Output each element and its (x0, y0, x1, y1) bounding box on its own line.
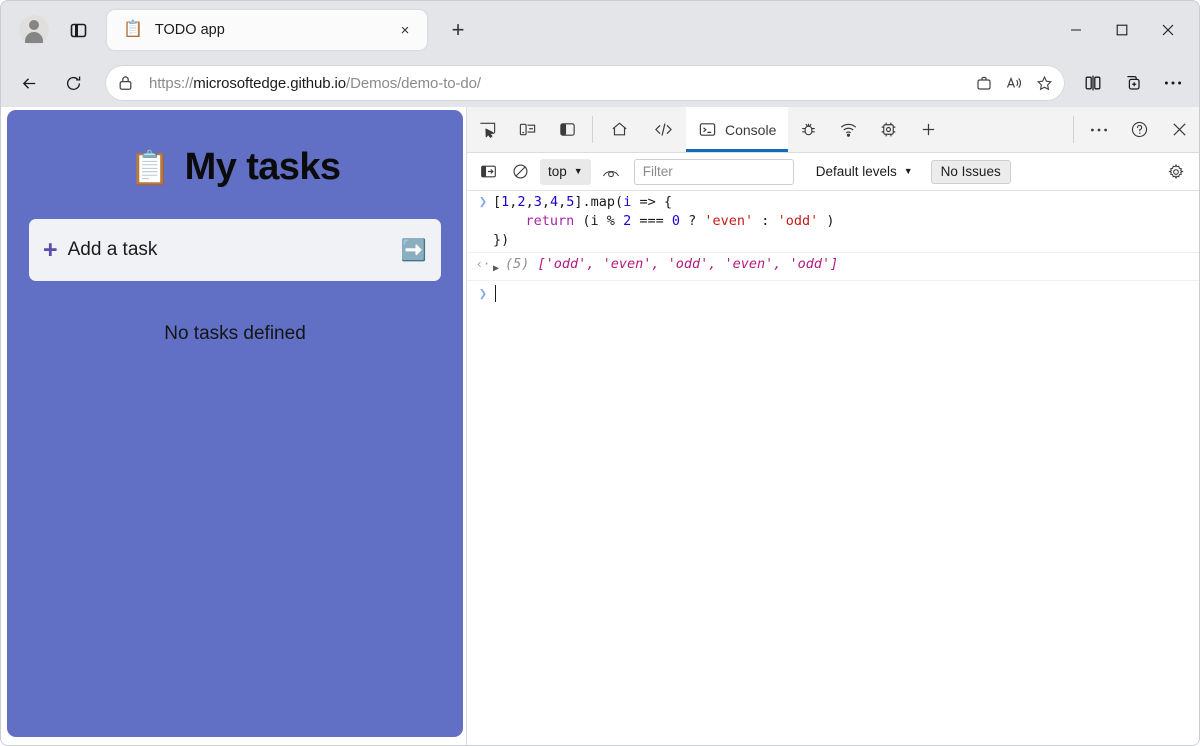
devtools-more-icon[interactable] (1079, 107, 1119, 152)
clear-console-icon[interactable] (505, 159, 535, 185)
console-result-value: (5) ['odd', 'even', 'odd', 'even', 'odd'… (505, 255, 838, 274)
devtools-close-icon[interactable] (1159, 107, 1199, 152)
issues-bug-icon[interactable] (788, 107, 828, 152)
close-window-icon[interactable] (1145, 1, 1191, 59)
console-prompt-arrow-icon: ❯ (473, 286, 493, 302)
devtools-tab-welcome[interactable] (598, 107, 641, 152)
new-tab-button[interactable]: + (441, 13, 475, 47)
console-prompt-row[interactable]: ❯ (467, 281, 1199, 306)
browser-window: 📋 TODO app × + (0, 0, 1200, 746)
browser-essentials-icon[interactable] (63, 15, 93, 45)
dock-side-icon[interactable] (547, 107, 587, 152)
address-bar[interactable]: https://microsoftedge.github.io/Demos/de… (105, 65, 1065, 101)
live-expression-eye-icon[interactable] (596, 159, 626, 185)
browser-tab[interactable]: 📋 TODO app × (107, 10, 427, 50)
devtools-tabbar: Console (467, 107, 1199, 153)
log-levels-value: Default levels (816, 164, 897, 179)
url-prefix: https:// (149, 75, 193, 92)
console-output[interactable]: ❯ [1,2,3,4,5].map(i => { return (i % 2 =… (467, 191, 1199, 745)
tabbar-divider-right (1073, 116, 1074, 143)
network-wifi-icon[interactable] (828, 107, 868, 152)
tab-favicon-icon: 📋 (123, 22, 143, 38)
profile-avatar[interactable] (19, 15, 49, 45)
devtools-tab-console-label: Console (725, 122, 776, 138)
empty-state-message: No tasks defined (164, 323, 306, 345)
tab-close-icon[interactable]: × (393, 18, 417, 42)
chevron-down-icon: ▼ (574, 167, 583, 176)
web-page-viewport: 📋 My tasks + Add a task ➡️ No tasks defi… (1, 107, 466, 745)
console-filter-input[interactable]: Filter (634, 159, 794, 185)
execution-context-select[interactable]: top ▼ (540, 159, 591, 185)
add-task-row[interactable]: + Add a task ➡️ (29, 219, 441, 281)
devtools-panel: Console (466, 107, 1199, 745)
plus-icon: + (43, 238, 58, 263)
app-header: 📋 My tasks (130, 146, 341, 189)
address-bar-row: https://microsoftedge.github.io/Demos/de… (1, 59, 1199, 107)
issues-status-badge[interactable]: No Issues (931, 160, 1011, 184)
console-input-code: [1,2,3,4,5].map(i => { return (i % 2 ===… (493, 193, 834, 250)
devtools-help-icon[interactable] (1119, 107, 1159, 152)
read-aloud-icon[interactable] (999, 69, 1029, 97)
favorite-star-icon[interactable] (1029, 69, 1059, 97)
todo-app-card: 📋 My tasks + Add a task ➡️ No tasks defi… (7, 110, 463, 737)
refresh-icon[interactable] (55, 65, 91, 101)
console-output-entry[interactable]: ‹· ▶ (5) ['odd', 'even', 'odd', 'even', … (467, 253, 1199, 281)
console-input-entry[interactable]: ❯ [1,2,3,4,5].map(i => { return (i % 2 =… (467, 191, 1199, 253)
tabbar-spacer (948, 107, 1068, 152)
lock-icon[interactable] (109, 69, 141, 97)
text-cursor (495, 285, 496, 302)
application-chip-icon[interactable] (868, 107, 908, 152)
page-title: My tasks (185, 146, 341, 189)
back-icon[interactable] (11, 65, 47, 101)
window-controls (1053, 1, 1191, 59)
url-host: microsoftedge.github.io (193, 75, 346, 92)
execution-context-value: top (548, 164, 567, 179)
console-sidebar-toggle-icon[interactable] (473, 159, 503, 185)
minimize-icon[interactable] (1053, 1, 1099, 59)
devtools-tab-elements[interactable] (641, 107, 686, 152)
devtools-tab-console[interactable]: Console (686, 107, 788, 152)
expand-array-icon[interactable]: ▶ (493, 259, 499, 278)
device-emulation-icon[interactable] (507, 107, 547, 152)
add-tab-group-icon[interactable] (1115, 65, 1151, 101)
more-tools-add-icon[interactable] (908, 107, 948, 152)
add-task-input[interactable]: Add a task (68, 239, 401, 261)
console-input-arrow-icon: ❯ (473, 193, 493, 212)
submit-arrow-icon[interactable]: ➡️ (401, 240, 427, 261)
inspect-element-icon[interactable] (467, 107, 507, 152)
split-screen-icon[interactable] (1075, 65, 1111, 101)
console-toolbar: top ▼ Filter Default levels ▼ No Issues (467, 153, 1199, 191)
content-area: 📋 My tasks + Add a task ➡️ No tasks defi… (1, 107, 1199, 745)
tab-title: TODO app (155, 22, 393, 38)
url-path: /Demos/demo-to-do/ (346, 75, 481, 92)
url-text[interactable]: https://microsoftedge.github.io/Demos/de… (141, 75, 969, 92)
chevron-down-icon-levels: ▼ (904, 167, 913, 176)
settings-and-more-icon[interactable] (1155, 65, 1191, 101)
toolbar-divider (592, 116, 593, 143)
clipboard-icon: 📋 (130, 151, 171, 184)
console-filter-placeholder: Filter (643, 164, 673, 179)
tab-strip: 📋 TODO app × + (1, 1, 1199, 59)
console-settings-gear-icon[interactable] (1161, 159, 1191, 185)
maximize-icon[interactable] (1099, 1, 1145, 59)
console-return-arrow-icon: ‹· (473, 255, 493, 274)
log-levels-dropdown[interactable]: Default levels ▼ (810, 159, 919, 185)
collections-icon[interactable] (969, 69, 999, 97)
